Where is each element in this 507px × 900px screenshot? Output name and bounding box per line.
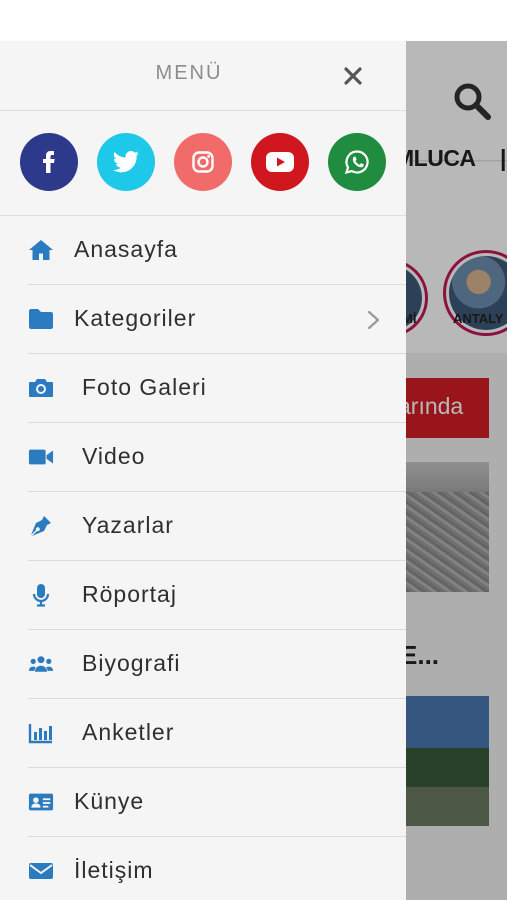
twitter-button[interactable] — [97, 133, 155, 191]
menu-item-yazarlar[interactable]: Yazarlar — [28, 492, 406, 561]
screen: MLUCA | Mİ ANTALY arında E... MENÜ Anasa… — [0, 0, 507, 900]
twitter-icon — [113, 150, 139, 173]
menu-item-kategoriler[interactable]: Kategoriler — [28, 285, 406, 354]
whatsapp-icon — [344, 150, 369, 175]
side-drawer: MENÜ Anasayfa Kategoriler Foto Galeri Vi… — [0, 41, 406, 900]
facebook-icon — [43, 151, 55, 173]
whatsapp-button[interactable] — [328, 133, 386, 191]
instagram-icon — [192, 151, 214, 173]
menu-item-iletisim[interactable]: İletişim — [28, 837, 406, 900]
menu-item-label: Yazarlar — [82, 512, 174, 538]
menu-item-kunye[interactable]: Künye — [28, 768, 406, 837]
menu-item-label: Foto Galeri — [82, 374, 207, 400]
pen-icon — [28, 514, 54, 538]
menu-item-label: İletişim — [74, 857, 154, 883]
menu-item-label: Röportaj — [82, 581, 177, 607]
menu-item-label: Anketler — [82, 719, 175, 745]
menu-item-anasayfa[interactable]: Anasayfa — [28, 216, 406, 285]
camera-icon — [28, 376, 54, 400]
folder-icon — [28, 307, 54, 331]
youtube-button[interactable] — [251, 133, 309, 191]
menu-item-label: Anasayfa — [74, 236, 178, 262]
youtube-icon — [266, 152, 294, 172]
menu-item-biyografi[interactable]: Biyografi — [28, 630, 406, 699]
menu-item-roportaj[interactable]: Röportaj — [28, 561, 406, 630]
poll-chart-icon — [28, 721, 54, 745]
home-icon — [28, 238, 54, 262]
menu-item-label: Biyografi — [82, 650, 181, 676]
menu-item-anketler[interactable]: Anketler — [28, 699, 406, 768]
social-links — [0, 111, 406, 216]
menu-item-label: Kategoriler — [74, 305, 197, 331]
video-icon — [28, 445, 54, 469]
menu-item-foto-galeri[interactable]: Foto Galeri — [28, 354, 406, 423]
id-card-icon — [28, 790, 54, 814]
instagram-button[interactable] — [174, 133, 232, 191]
users-icon — [28, 652, 54, 676]
envelope-icon — [28, 859, 54, 883]
menu-item-label: Video — [82, 443, 146, 469]
menu-list: Anasayfa Kategoriler Foto Galeri Video Y… — [0, 216, 406, 900]
menu-item-label: Künye — [74, 788, 145, 814]
facebook-button[interactable] — [20, 133, 78, 191]
microphone-icon — [28, 583, 54, 607]
menu-item-video[interactable]: Video — [28, 423, 406, 492]
drawer-header: MENÜ — [0, 41, 406, 111]
drawer-title: MENÜ — [155, 62, 223, 84]
close-icon[interactable] — [340, 63, 366, 89]
chevron-right-icon — [367, 310, 380, 330]
